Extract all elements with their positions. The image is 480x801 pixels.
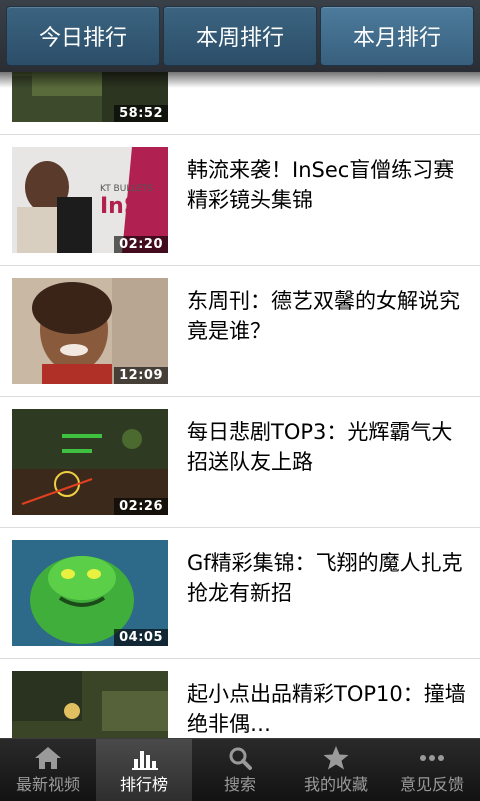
nav-latest-videos[interactable]: 最新视频: [0, 739, 96, 801]
video-duration: 12:09: [114, 367, 168, 384]
video-title[interactable]: 每日悲剧TOP3：光辉霸气大招送队友上路: [187, 417, 467, 477]
list-item[interactable]: 02:26 每日悲剧TOP3：光辉霸气大招送队友上路: [0, 397, 480, 528]
video-thumbnail[interactable]: [12, 671, 168, 738]
nav-label: 最新视频: [15, 775, 80, 794]
thumb-text-player: InSec: [100, 194, 168, 219]
more-dots-icon: [420, 755, 444, 761]
video-duration: 58:52: [114, 105, 168, 122]
bottom-navigation: 最新视频 排行榜 搜索 我的收藏 意见反馈: [0, 738, 480, 801]
thumbnail-image: [12, 671, 168, 738]
tab-this-week[interactable]: 本周排行: [163, 6, 317, 66]
list-item[interactable]: KT BULLETS InSec 02:20 韩流来袭！InSec盲僧练习赛精彩…: [0, 135, 480, 266]
nav-label: 意见反馈: [399, 775, 464, 794]
tab-this-month[interactable]: 本月排行: [320, 6, 474, 66]
video-title[interactable]: 起小点出品精彩TOP10：撞墙绝非偶…: [187, 679, 467, 738]
video-duration: 02:26: [114, 498, 168, 515]
video-thumbnail[interactable]: 04:05: [12, 540, 168, 646]
search-icon: [229, 747, 252, 770]
video-thumbnail[interactable]: 02:26: [12, 409, 168, 515]
list-item[interactable]: 12:09 东周刊：德艺双馨的女解说究竟是谁？: [0, 266, 480, 397]
video-title[interactable]: Gf精彩集锦：飞翔的魔人扎克抢龙有新招: [187, 548, 467, 608]
tab-today[interactable]: 今日排行: [6, 6, 160, 66]
video-title[interactable]: 韩流来袭！InSec盲僧练习赛精彩镜头集锦: [187, 155, 467, 215]
star-icon: [323, 746, 349, 770]
video-list[interactable]: 58:52 KT BULLETS InSec 02:20 韩流来袭！InSec盲…: [0, 4, 480, 738]
thumb-text-team: KT BULLETS: [100, 184, 154, 194]
list-item[interactable]: 起小点出品精彩TOP10：撞墙绝非偶…: [0, 659, 480, 738]
video-duration: 02:20: [114, 236, 168, 253]
nav-feedback[interactable]: 意见反馈: [384, 739, 480, 801]
list-item[interactable]: 04:05 Gf精彩集锦：飞翔的魔人扎克抢龙有新招: [0, 528, 480, 659]
video-duration: 04:05: [114, 629, 168, 646]
video-thumbnail[interactable]: KT BULLETS InSec 02:20: [12, 147, 168, 253]
video-title[interactable]: 东周刊：德艺双馨的女解说究竟是谁？: [187, 286, 467, 346]
nav-label: 排行榜: [119, 775, 168, 794]
nav-label: 我的收藏: [303, 775, 368, 794]
tab-bar-shadow: [0, 72, 480, 88]
bar-chart-icon: [132, 751, 158, 770]
nav-label: 搜索: [223, 775, 256, 794]
nav-search[interactable]: 搜索: [192, 739, 288, 801]
nav-ranking[interactable]: 排行榜: [96, 739, 192, 801]
ranking-tab-bar: 今日排行 本周排行 本月排行: [0, 0, 480, 72]
nav-favorites[interactable]: 我的收藏: [288, 739, 384, 801]
home-icon: [35, 747, 61, 769]
video-thumbnail[interactable]: 12:09: [12, 278, 168, 384]
